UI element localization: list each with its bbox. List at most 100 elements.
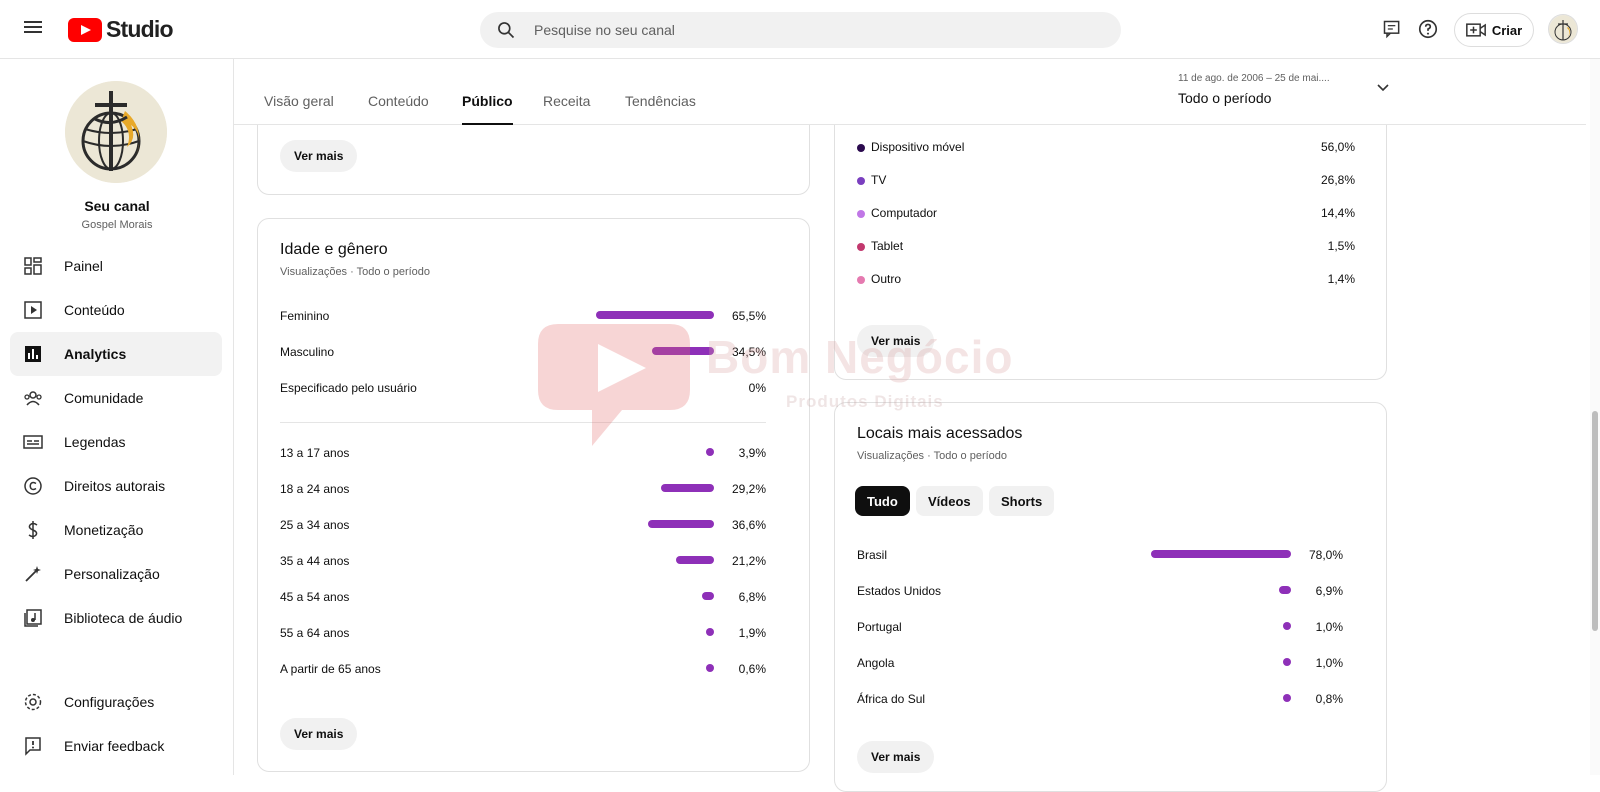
monetization-icon (22, 519, 44, 541)
sidebar-item-label: Monetização (64, 522, 144, 538)
tab-conteudo[interactable]: Conteúdo (368, 93, 429, 125)
sidebar-item-label: Direitos autorais (64, 478, 166, 494)
row-bar (1283, 622, 1291, 630)
gender-row: Masculino 34,5% (280, 343, 766, 361)
row-label: Brasil (857, 548, 888, 562)
row-label: 25 a 34 anos (280, 518, 350, 532)
feedback-icon (22, 735, 44, 757)
device-row: Computador 14,4% (857, 205, 1355, 223)
legend-dot (857, 144, 865, 152)
see-more-button[interactable]: Ver mais (280, 140, 358, 172)
row-bar (1283, 694, 1291, 702)
row-value: 1,0% (1315, 656, 1343, 670)
create-button[interactable]: Criar (1454, 13, 1534, 47)
sidebar-item-biblioteca-audio[interactable]: Biblioteca de áudio (10, 596, 222, 640)
row-bar (706, 664, 714, 672)
device-row: Tablet 1,5% (857, 238, 1355, 256)
device-value: 56,0% (1320, 140, 1355, 154)
location-row: Estados Unidos 6,9% (857, 582, 1343, 600)
divider (280, 422, 766, 423)
age-row: 35 a 44 anos 21,2% (280, 552, 766, 570)
menu-icon[interactable] (22, 18, 44, 40)
sidebar-item-label: Legendas (64, 434, 126, 450)
row-bar (1283, 658, 1291, 666)
tab-publico[interactable]: Público (462, 93, 513, 125)
studio-logo[interactable]: Studio (68, 16, 174, 43)
row-label: 18 a 24 anos (280, 482, 350, 496)
row-label: Masculino (280, 345, 335, 359)
location-row: Portugal 1,0% (857, 618, 1343, 636)
legend-dot (857, 276, 865, 284)
row-value: 0,8% (1315, 692, 1343, 706)
row-label: 35 a 44 anos (280, 554, 350, 568)
scrollbar[interactable] (1590, 59, 1600, 775)
copyright-icon (22, 475, 44, 497)
row-value: 0% (748, 381, 766, 395)
sidebar-item-monetizacao[interactable]: Monetização (10, 508, 222, 552)
row-label: 13 a 17 anos (280, 446, 350, 460)
sidebar-item-conteudo[interactable]: Conteúdo (10, 288, 222, 332)
sidebar-item-painel[interactable]: Painel (10, 244, 222, 288)
row-bar (648, 520, 714, 528)
row-label: Especificado pelo usuário (280, 381, 417, 395)
device-label: Dispositivo móvel (871, 140, 965, 154)
help-icon[interactable] (1416, 17, 1440, 41)
account-avatar[interactable] (1548, 14, 1578, 44)
chip-videos[interactable]: Vídeos (916, 486, 983, 516)
row-label: Portugal (857, 620, 902, 634)
tab-receita[interactable]: Receita (543, 93, 590, 125)
row-bar (702, 592, 714, 600)
sidebar-item-comunidade[interactable]: Comunidade (10, 376, 222, 420)
top-locations-card: Locais mais acessados Visualizações · To… (834, 402, 1387, 792)
row-bar (652, 347, 714, 355)
sidebar-nav: Painel Conteúdo Analytics Comunidade Leg… (10, 244, 222, 640)
device-label: Computador (871, 206, 938, 220)
row-value: 6,9% (1315, 584, 1343, 598)
sidebar-item-label: Biblioteca de áudio (64, 610, 183, 626)
messages-icon[interactable] (1380, 17, 1404, 41)
location-row: Angola 1,0% (857, 654, 1343, 672)
row-label: A partir de 65 anos (280, 662, 381, 676)
channel-avatar[interactable] (65, 81, 167, 183)
age-row: 18 a 24 anos 29,2% (280, 480, 766, 498)
sidebar-item-label: Enviar feedback (64, 738, 165, 754)
device-value: 1,5% (1327, 239, 1355, 253)
location-row: África do Sul 0,8% (857, 690, 1343, 708)
gender-row: Especificado pelo usuário 0% (280, 379, 766, 397)
sidebar-item-direitos-autorais[interactable]: Direitos autorais (10, 464, 222, 508)
row-label: 55 a 64 anos (280, 626, 350, 640)
search-icon (498, 22, 515, 39)
card-subtitle: Visualizações · Todo o período (857, 450, 1008, 462)
settings-icon (22, 691, 44, 713)
sidebar-item-personalizacao[interactable]: Personalização (10, 552, 222, 596)
sidebar-item-legendas[interactable]: Legendas (10, 420, 222, 464)
audio-library-icon (22, 607, 44, 629)
device-label: TV (871, 173, 887, 187)
see-more-button[interactable]: Ver mais (857, 325, 935, 357)
row-label: 45 a 54 anos (280, 590, 350, 604)
tab-visao-geral[interactable]: Visão geral (264, 93, 334, 125)
tab-tendencias[interactable]: Tendências (625, 93, 696, 125)
search-input[interactable] (534, 22, 1094, 38)
row-value: 65,5% (731, 309, 766, 323)
legend-dot (857, 243, 865, 251)
age-row: 55 a 64 anos 1,9% (280, 624, 766, 642)
analytics-tabs: Visão geral Conteúdo Público Receita Ten… (234, 59, 1586, 125)
sidebar-item-configuracoes[interactable]: Configurações (10, 680, 222, 724)
sidebar-item-enviar-feedback[interactable]: Enviar feedback (10, 724, 222, 768)
search-bar[interactable] (480, 12, 1121, 48)
legend-dot (857, 177, 865, 185)
scrollbar-thumb[interactable] (1592, 411, 1598, 631)
see-more-button[interactable]: Ver mais (857, 741, 935, 773)
card-subtitle: Visualizações · Todo o período (280, 266, 431, 278)
age-row: 13 a 17 anos 3,9% (280, 444, 766, 462)
card-title: Idade e gênero (280, 241, 388, 258)
see-more-button[interactable]: Ver mais (280, 718, 358, 750)
row-value: 1,0% (1315, 620, 1343, 634)
chip-shorts[interactable]: Shorts (989, 486, 1055, 516)
row-value: 78,0% (1308, 548, 1343, 562)
row-bar (661, 484, 714, 492)
chevron-down-icon[interactable] (1374, 79, 1392, 102)
sidebar-item-analytics[interactable]: Analytics (10, 332, 222, 376)
chip-tudo[interactable]: Tudo (855, 486, 910, 516)
